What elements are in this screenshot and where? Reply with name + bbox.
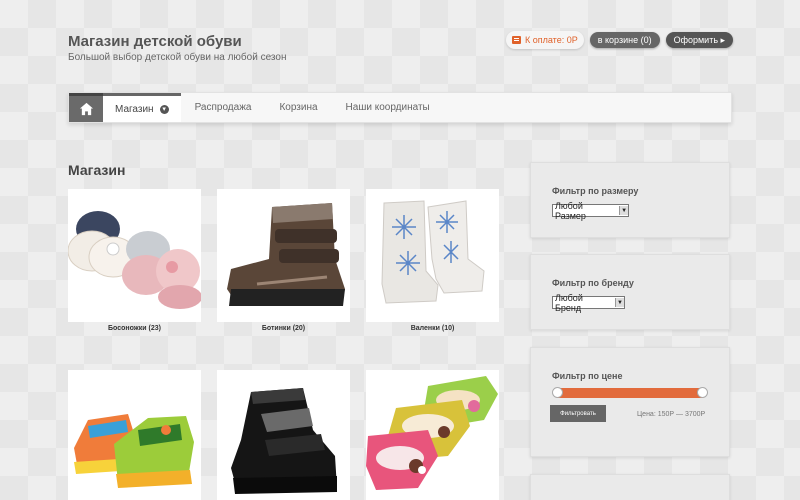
sidebar-widget — [530, 474, 730, 500]
nav-item-label: Магазин — [115, 103, 154, 115]
nav-item-contacts[interactable]: Наши координаты — [332, 93, 444, 122]
home-icon — [79, 102, 93, 116]
brand-filter-title: Фильтр по бренду — [552, 278, 634, 288]
cart-icon — [512, 36, 521, 44]
nav-item-sale[interactable]: Распродажа — [181, 93, 266, 122]
product-image[interactable] — [217, 189, 350, 322]
sneakers-image — [74, 414, 194, 488]
price-range-label: Цена: 150Р — 3700Р — [637, 411, 706, 418]
price-filter-title: Фильтр по цене — [552, 371, 623, 381]
sandals-image — [68, 211, 201, 309]
cart-summary: К оплате: 0Р в корзине (0) Оформить ▸ — [506, 31, 734, 49]
product-image[interactable] — [366, 189, 499, 322]
price-slider-track[interactable] — [552, 387, 708, 398]
size-filter-widget: Фильтр по размеру Любой Размер ▼ — [530, 162, 730, 238]
brand-filter-widget: Фильтр по бренду Любой Бренд ▼ — [530, 254, 730, 330]
product-card[interactable] — [366, 370, 499, 500]
site-title[interactable]: Магазин детской обуви — [68, 33, 242, 50]
price-slider-min-handle[interactable] — [552, 387, 563, 398]
page-title: Магазин — [68, 162, 126, 178]
chevron-down-icon: ▾ — [159, 104, 169, 114]
nav-home-button[interactable] — [69, 93, 103, 122]
product-image[interactable] — [217, 370, 350, 500]
cart-total-label: К оплате: 0Р — [525, 35, 578, 45]
product-image[interactable] — [68, 189, 201, 322]
product-caption[interactable]: Ботинки (20) — [217, 325, 350, 332]
product-card[interactable]: Валенки (10) — [366, 189, 499, 332]
product-image[interactable] — [366, 370, 499, 500]
dropdown-arrow-icon: ▼ — [615, 298, 624, 307]
filter-button[interactable]: Фильтровать — [550, 405, 606, 422]
product-caption[interactable]: Валенки (10) — [366, 325, 499, 332]
price-filter-widget: Фильтр по цене Фильтровать Цена: 150Р — … — [530, 347, 730, 457]
checkout-button[interactable]: Оформить ▸ — [665, 32, 734, 48]
dropdown-arrow-icon: ▼ — [619, 206, 628, 215]
brand-select[interactable]: Любой Бренд ▼ — [552, 293, 625, 313]
brand-select-value: Любой Бренд — [555, 292, 583, 313]
valenki-image — [381, 200, 485, 304]
price-slider-max-handle[interactable] — [697, 387, 708, 398]
size-select-value: Любой Размер — [555, 200, 586, 221]
product-caption[interactable]: Босоножки (23) — [68, 325, 201, 332]
site-tagline: Большой выбор детской обуви на любой сез… — [68, 52, 287, 63]
cart-total[interactable]: К оплате: 0Р — [506, 31, 584, 49]
product-card[interactable]: Босоножки (23) — [68, 189, 201, 332]
shoes-with-bows-image — [366, 376, 498, 490]
boots-image — [227, 203, 345, 306]
product-card[interactable] — [217, 370, 350, 500]
main-nav: Магазин ▾ Распродажа Корзина Наши коорди… — [68, 92, 732, 123]
size-select[interactable]: Любой Размер ▼ — [552, 201, 629, 221]
product-card[interactable]: Ботинки (20) — [217, 189, 350, 332]
size-filter-title: Фильтр по размеру — [552, 186, 639, 196]
product-card[interactable] — [68, 370, 201, 500]
nav-item-cart[interactable]: Корзина — [265, 93, 331, 122]
nav-item-shop[interactable]: Магазин ▾ — [103, 93, 181, 122]
black-boot-image — [231, 388, 337, 494]
cart-count-button[interactable]: в корзине (0) — [589, 32, 660, 48]
product-image[interactable] — [68, 370, 201, 500]
